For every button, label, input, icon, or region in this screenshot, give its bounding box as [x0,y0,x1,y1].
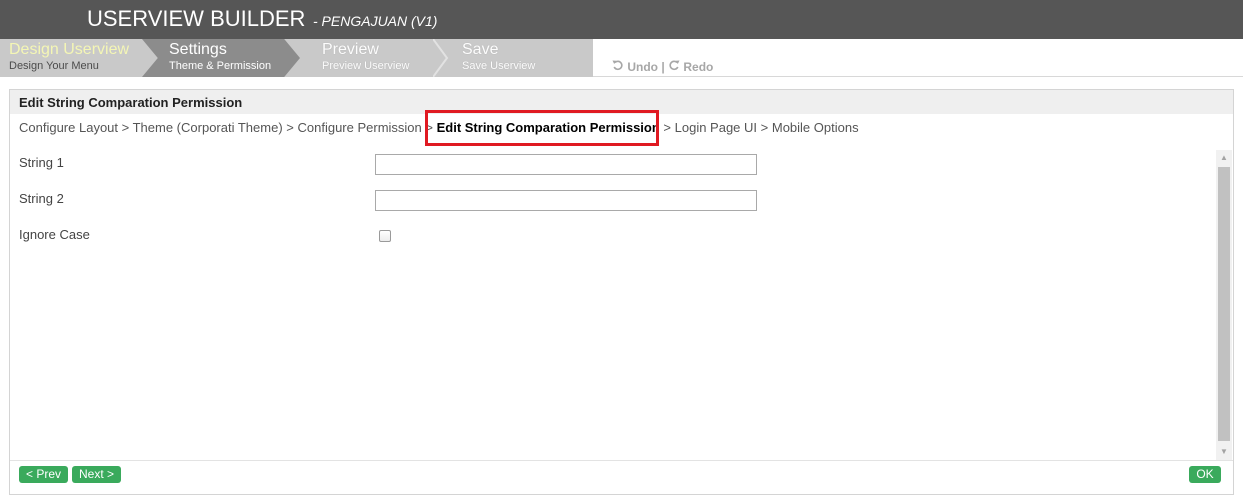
panel-scrollbar[interactable]: ▲ ▼ [1216,150,1232,460]
undo-icon [612,60,623,71]
app-title: USERVIEW BUILDER [87,6,306,31]
redo-label: Redo [683,60,714,75]
breadcrumb-label: Theme (Corporati Theme) [132,120,283,135]
app-subtitle: - PENGAJUAN (V1) [313,13,438,29]
step-title: Design Userview [9,41,130,58]
step-subtitle: Preview Userview [322,60,410,72]
breadcrumb-configure-permission[interactable]: Configure Permission > [297,120,436,135]
breadcrumb-theme[interactable]: Theme (Corporati Theme) > [133,120,298,135]
step-subtitle: Design Your Menu [9,60,99,72]
step-title: Save [462,41,499,58]
ignore-case-checkbox[interactable] [379,230,391,242]
undo-label: Undo [627,60,658,75]
highlight-box [425,110,659,146]
redo-button[interactable]: Redo [668,59,714,75]
step-subtitle: Save Userview [462,60,536,72]
step-design-userview[interactable]: Design Userview Design Your Menu [9,39,139,77]
scroll-up-arrow-icon[interactable]: ▲ [1216,150,1232,166]
step-title: Settings [169,41,227,58]
panel-footer-divider [10,460,1233,461]
breadcrumb-separator: > [757,120,772,135]
scroll-down-arrow-icon[interactable]: ▼ [1216,444,1232,460]
step-settings[interactable]: Settings Theme & Permission [169,39,289,77]
step-save[interactable]: Save Save Userview [462,39,572,77]
prev-button[interactable]: < Prev [19,466,68,483]
breadcrumb-configure-layout[interactable]: Configure Layout > [19,120,133,135]
undo-button[interactable]: Undo [612,59,661,75]
next-button[interactable]: Next > [72,466,121,483]
breadcrumb-separator: > [659,120,675,135]
permission-panel: Edit String Comparation Permission Confi… [9,89,1234,495]
breadcrumb-login-page-ui[interactable]: Login Page UI > [675,120,772,135]
ignore-case-label: Ignore Case [19,227,90,242]
breadcrumb-mobile-options[interactable]: Mobile Options [772,120,859,135]
builder-header: USERVIEW BUILDER - PENGAJUAN (V1) [0,0,1243,39]
breadcrumb-label: Mobile Options [771,120,859,135]
string1-label: String 1 [19,155,64,170]
breadcrumb-separator: > [118,120,133,135]
step-chevron-icon [433,39,449,77]
step-subtitle: Theme & Permission [169,60,272,72]
scroll-thumb[interactable] [1218,167,1230,441]
breadcrumb-label: Configure Permission [297,120,422,135]
steps-bar: Design Userview Design Your Menu Setting… [0,39,1243,77]
breadcrumb-separator: > [282,120,298,135]
redo-icon [669,60,680,71]
step-preview[interactable]: Preview Preview Userview [322,39,432,77]
breadcrumb-label: Login Page UI [674,120,758,135]
undo-redo-group: Undo | Redo [612,59,713,74]
string2-input[interactable] [375,190,757,211]
undo-redo-separator: | [661,59,665,74]
ok-button[interactable]: OK [1189,466,1221,483]
breadcrumb-label: Configure Layout [19,120,119,135]
panel-title: Edit String Comparation Permission [19,95,243,110]
string1-input[interactable] [375,154,757,175]
string2-label: String 2 [19,191,64,206]
step-title: Preview [322,41,379,58]
